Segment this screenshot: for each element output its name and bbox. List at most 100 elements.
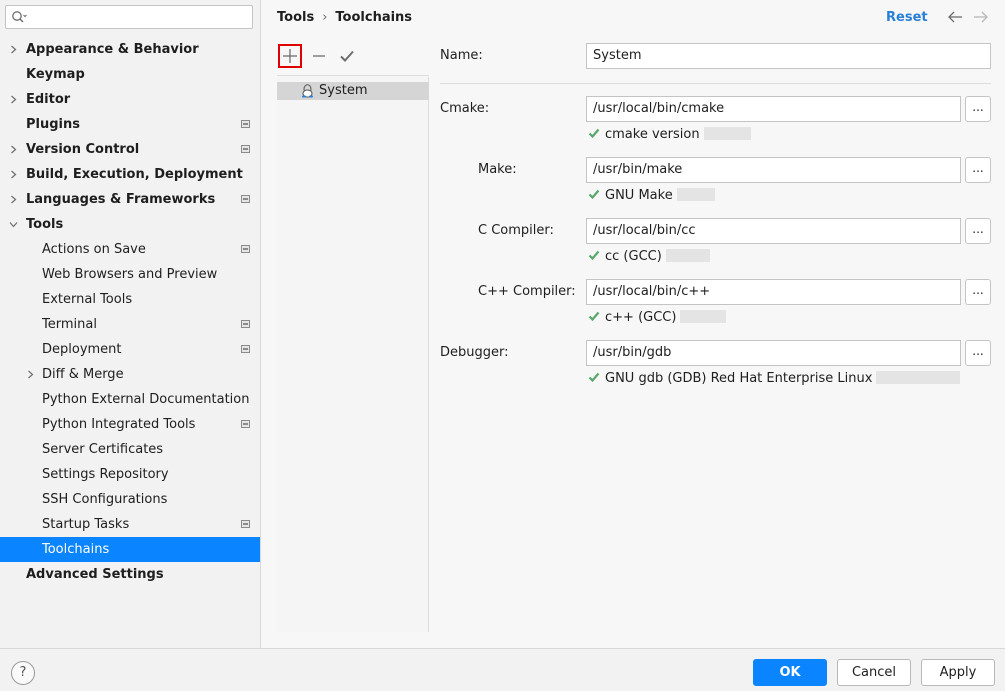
c-compiler-status-text: cc (GCC) (605, 249, 662, 264)
sidebar-item-server-certificates[interactable]: Server Certificates (0, 437, 260, 462)
arrow-left-icon[interactable] (947, 9, 963, 25)
cpp-compiler-path-field[interactable]: /usr/local/bin/c++ (586, 279, 961, 305)
sidebar-item-ssh-configurations[interactable]: SSH Configurations (0, 487, 260, 512)
help-button[interactable]: ? (11, 661, 35, 685)
sidebar-item-startup-tasks[interactable]: Startup Tasks (0, 512, 260, 537)
make-label: Make: (478, 162, 517, 177)
chevron-down-icon (9, 222, 18, 228)
chevron-right-icon (11, 145, 17, 154)
sidebar-item-tools[interactable]: Tools (0, 212, 260, 237)
sidebar-item-deployment[interactable]: Deployment (0, 337, 260, 362)
c-compiler-browse-button[interactable]: ... (965, 218, 991, 244)
sidebar-item-label: Toolchains (42, 542, 110, 557)
sidebar-item-languages-frameworks[interactable]: Languages & Frameworks (0, 187, 260, 212)
chevron-right-icon (11, 95, 17, 104)
sidebar-item-python-integrated-tools[interactable]: Python Integrated Tools (0, 412, 260, 437)
sidebar-item-diff-merge[interactable]: Diff & Merge (0, 362, 260, 387)
chevron-right-icon (11, 170, 17, 179)
sidebar-item-appearance-behavior[interactable]: Appearance & Behavior (0, 37, 260, 62)
settings-badge-icon (241, 345, 250, 353)
sidebar-item-label: Tools (26, 217, 64, 232)
cmake-status: cmake version (588, 127, 751, 143)
sidebar-item-plugins[interactable]: Plugins (0, 112, 260, 137)
settings-tree: Appearance & Behavior Keymap Editor Plug… (0, 37, 260, 587)
ok-button[interactable]: OK (753, 659, 827, 686)
debugger-browse-button[interactable]: ... (965, 340, 991, 366)
sidebar-item-label: Languages & Frameworks (26, 192, 216, 207)
sidebar-item-label: Keymap (26, 67, 85, 82)
redacted-version (665, 249, 710, 262)
settings-sidebar: Appearance & Behavior Keymap Editor Plug… (0, 0, 261, 648)
debugger-label: Debugger: (440, 345, 509, 360)
debugger-status-text: GNU gdb (GDB) Red Hat Enterprise Linux (605, 371, 873, 386)
sidebar-item-label: Python External Documentation (42, 392, 250, 407)
settings-badge-icon (241, 320, 250, 328)
settings-badge-icon (241, 520, 250, 528)
redacted-version (703, 127, 751, 140)
sidebar-item-label: Python Integrated Tools (42, 417, 196, 432)
sidebar-item-label: Advanced Settings (26, 567, 164, 582)
make-browse-button[interactable]: ... (965, 157, 991, 183)
check-icon (340, 50, 354, 62)
make-path-field[interactable]: /usr/bin/make (586, 157, 961, 183)
name-field[interactable]: System (586, 43, 991, 69)
settings-badge-icon (241, 145, 250, 153)
sidebar-item-label: Editor (26, 92, 71, 107)
settings-badge-icon (241, 195, 250, 203)
make-status-text: GNU Make (605, 188, 673, 203)
breadcrumb: Tools › Toolchains (277, 9, 412, 27)
sidebar-item-label: SSH Configurations (42, 492, 168, 507)
debugger-status: GNU gdb (GDB) Red Hat Enterprise Linux (588, 371, 961, 387)
cmake-browse-button[interactable]: ... (965, 96, 991, 122)
toolchain-list-toolbar (277, 42, 429, 76)
add-toolchain-button[interactable] (278, 44, 302, 68)
sidebar-item-editor[interactable]: Editor (0, 87, 260, 112)
remove-icon (313, 55, 325, 57)
redacted-version (680, 310, 727, 323)
cmake-path-field[interactable]: /usr/local/bin/cmake (586, 96, 961, 122)
breadcrumb-parent[interactable]: Tools (277, 10, 314, 25)
name-label: Name: (440, 48, 483, 63)
arrow-right-icon[interactable] (973, 9, 989, 25)
remove-toolchain-button[interactable] (307, 44, 331, 68)
sidebar-item-python-external-docs[interactable]: Python External Documentation (0, 387, 260, 412)
divider (440, 83, 991, 84)
linux-icon (302, 84, 313, 98)
apply-button[interactable]: Apply (921, 659, 995, 686)
c-compiler-label: C Compiler: (478, 223, 554, 238)
sidebar-item-web-browsers[interactable]: Web Browsers and Preview (0, 262, 260, 287)
sidebar-item-label: Server Certificates (42, 442, 164, 457)
settings-badge-icon (241, 120, 250, 128)
sidebar-item-label: Version Control (26, 142, 140, 157)
search-input[interactable] (5, 5, 253, 29)
reset-link[interactable]: Reset (886, 9, 928, 27)
settings-badge-icon (241, 420, 250, 428)
sidebar-item-version-control[interactable]: Version Control (0, 137, 260, 162)
c-compiler-path-field[interactable]: /usr/local/bin/cc (586, 218, 961, 244)
make-status: GNU Make (588, 188, 715, 204)
settings-badge-icon (241, 245, 250, 253)
set-default-toolchain-button[interactable] (335, 44, 359, 68)
sidebar-item-label: Terminal (42, 317, 97, 332)
cpp-compiler-status: c++ (GCC) (588, 310, 727, 326)
sidebar-item-label: Deployment (42, 342, 122, 357)
sidebar-item-actions-on-save[interactable]: Actions on Save (0, 237, 260, 262)
toolchain-list: System (277, 77, 429, 632)
sidebar-item-keymap[interactable]: Keymap (0, 62, 260, 87)
cancel-button[interactable]: Cancel (837, 659, 911, 686)
sidebar-item-label: Build, Execution, Deployment (26, 167, 243, 182)
sidebar-item-terminal[interactable]: Terminal (0, 312, 260, 337)
sidebar-item-build-execution-deployment[interactable]: Build, Execution, Deployment (0, 162, 260, 187)
sidebar-item-external-tools[interactable]: External Tools (0, 287, 260, 312)
chevron-right-icon (11, 45, 17, 54)
toolchain-list-item-label: System (319, 83, 368, 98)
sidebar-item-settings-repository[interactable]: Settings Repository (0, 462, 260, 487)
sidebar-item-advanced-settings[interactable]: Advanced Settings (0, 562, 260, 587)
sidebar-item-toolchains[interactable]: Toolchains (0, 537, 260, 562)
debugger-path-field[interactable]: /usr/bin/gdb (586, 340, 961, 366)
sidebar-item-label: Plugins (26, 117, 80, 132)
cpp-compiler-browse-button[interactable]: ... (965, 279, 991, 305)
sidebar-item-label: Startup Tasks (42, 517, 130, 532)
cmake-status-text: cmake version (605, 127, 700, 142)
toolchain-list-item[interactable]: System (277, 82, 429, 100)
